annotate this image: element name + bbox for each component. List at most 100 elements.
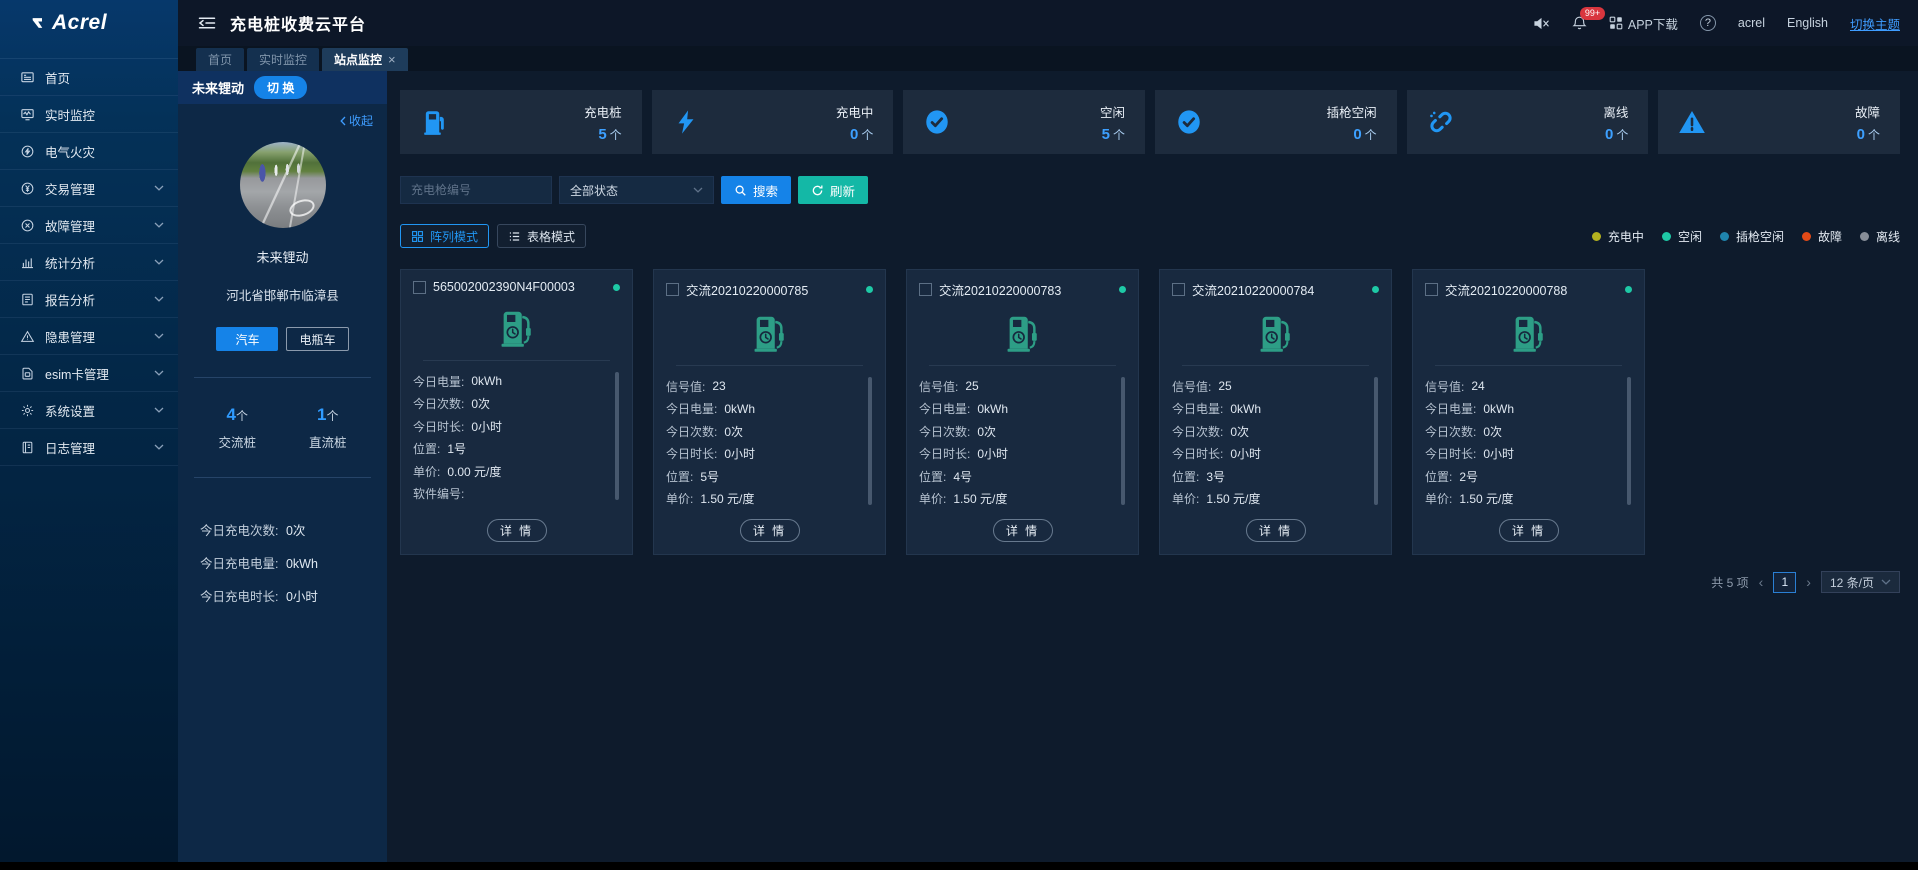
sidebar-item-label: 日志管理 — [45, 438, 95, 457]
page-size-select[interactable]: 12 条/页 — [1821, 571, 1900, 593]
charger-detail-row: 单价: 1.50 元/度 — [1172, 488, 1367, 511]
charger-checkbox[interactable] — [413, 281, 426, 294]
charger-icon-wrap — [919, 299, 1126, 365]
theme-switch-link[interactable]: 切换主题 — [1850, 14, 1900, 33]
charger-checkbox[interactable] — [1425, 283, 1438, 296]
charger-detail-label: 今日时长: — [413, 418, 464, 435]
sidebar-item[interactable]: 首页 — [0, 59, 178, 96]
language-switch[interactable]: English — [1787, 16, 1828, 30]
sidebar-item[interactable]: 电气火灾 — [0, 133, 178, 170]
legend-dot — [1802, 232, 1811, 241]
charger-detail-row: 今日电量: 0kWh — [413, 370, 608, 393]
charger-detail-value: 25 — [1218, 379, 1231, 393]
status-select[interactable]: 全部状态 — [559, 176, 714, 204]
details-scrollbar[interactable] — [1627, 377, 1631, 505]
current-page[interactable]: 1 — [1773, 572, 1796, 593]
app-download-button[interactable]: APP下载 — [1609, 14, 1678, 33]
sidebar-item-label: 统计分析 — [45, 253, 95, 272]
summary-card-icon — [1678, 108, 1706, 136]
detail-button[interactable]: 详 情 — [993, 519, 1053, 542]
charging-pile-icon — [749, 312, 791, 354]
collapse-panel-label: 收起 — [349, 112, 373, 129]
details-scrollbar[interactable] — [615, 372, 619, 500]
view-mode-icon — [411, 230, 424, 243]
legend-dot — [1860, 232, 1869, 241]
detail-button[interactable]: 详 情 — [1499, 519, 1559, 542]
sidebar-item[interactable]: 日志管理 — [0, 429, 178, 466]
charger-detail-value: 24 — [1471, 379, 1484, 393]
summary-card: 空闲 5个 — [903, 90, 1145, 154]
charger-checkbox[interactable] — [1172, 283, 1185, 296]
sidebar-item[interactable]: esim卡管理 — [0, 355, 178, 392]
sidebar-item[interactable]: 报告分析 — [0, 281, 178, 318]
detail-button[interactable]: 详 情 — [740, 519, 800, 542]
sidebar-item[interactable]: 隐患管理 — [0, 318, 178, 355]
search-button[interactable]: 搜索 — [721, 176, 791, 204]
chevron-down-icon — [154, 370, 164, 376]
detail-button[interactable]: 详 情 — [487, 519, 547, 542]
sidebar-item-label: 隐患管理 — [45, 327, 95, 346]
charger-icon-wrap — [1172, 299, 1379, 365]
status-dot — [866, 286, 873, 293]
charger-detail-row: 单价: 1.50 元/度 — [1425, 488, 1620, 511]
tab[interactable]: 站点监控 × — [322, 48, 408, 71]
charger-detail-row: 今日时长: 0小时 — [1172, 443, 1367, 466]
charger-detail-label: 信号值: — [919, 378, 958, 395]
charger-detail-label: 今日次数: — [1425, 423, 1476, 440]
station-header-name: 未来锂动 — [192, 78, 244, 97]
notifications[interactable]: 99+ — [1572, 15, 1587, 31]
charger-card-header: 交流20210220000788 — [1425, 280, 1632, 299]
mute-icon[interactable] — [1533, 16, 1550, 31]
sidebar-item[interactable]: 交易管理 — [0, 170, 178, 207]
view-mode-button[interactable]: 阵列模式 — [400, 224, 489, 248]
station-panel: 未来锂动 切 换 收起 未来锂动 河北省邯郸市临漳县 汽车 — [178, 71, 387, 862]
details-scrollbar[interactable] — [868, 377, 872, 505]
tab[interactable]: 首页 × — [196, 48, 244, 71]
charger-checkbox[interactable] — [666, 283, 679, 296]
charger-card-footer: 详 情 — [413, 519, 620, 546]
prev-page-icon[interactable]: ‹ — [1759, 574, 1764, 590]
refresh-button[interactable]: 刷新 — [798, 176, 868, 204]
sidebar-item[interactable]: 统计分析 — [0, 244, 178, 281]
tab[interactable]: 实时监控 × — [247, 48, 319, 71]
vehicle-type-button[interactable]: 汽车 — [216, 327, 278, 351]
charger-detail-row: 单价: 1.50 元/度 — [919, 488, 1114, 511]
charger-detail-value: 1号 — [447, 440, 466, 457]
search-button-label: 搜索 — [753, 181, 778, 200]
sidebar-item[interactable]: 故障管理 — [0, 207, 178, 244]
summary-card-unit: 个 — [861, 128, 873, 142]
switch-station-button[interactable]: 切 换 — [254, 76, 307, 99]
charger-card: 565002002390N4F00003 — [400, 269, 633, 555]
sidebar-item-label: 电气火灾 — [45, 142, 95, 161]
username[interactable]: acrel — [1738, 16, 1765, 30]
charger-checkbox[interactable] — [919, 283, 932, 296]
details-scrollbar[interactable] — [1374, 377, 1378, 505]
charger-details: 今日电量: 0kWh 今日次数: 0次 — [413, 370, 620, 510]
charger-detail-value: 0kWh — [724, 402, 755, 416]
view-mode-button[interactable]: 表格模式 — [497, 224, 586, 248]
sidebar-item[interactable]: 实时监控 — [0, 96, 178, 133]
detail-button[interactable]: 详 情 — [1246, 519, 1306, 542]
collapse-menu-icon[interactable] — [198, 16, 216, 30]
details-scrollbar[interactable] — [1121, 377, 1125, 505]
sidebar: Acrel 首页 实时监控 电气火灾 — [0, 0, 178, 862]
sidebar-item[interactable]: 系统设置 — [0, 392, 178, 429]
search-icon — [734, 184, 747, 197]
collapse-panel-link[interactable]: 收起 — [192, 112, 373, 129]
summary-card-icon — [923, 108, 951, 136]
charger-detail-value: 1.50 元/度 — [700, 490, 754, 507]
tab-close-icon[interactable]: × — [388, 52, 396, 67]
gun-number-input[interactable] — [400, 176, 552, 204]
charger-name: 565002002390N4F00003 — [433, 280, 575, 294]
summary-card-value: 0个 — [836, 126, 874, 143]
charger-detail-label: 信号值: — [1425, 378, 1464, 395]
sidebar-item-icon — [20, 440, 35, 455]
summary-card-value: 5个 — [584, 126, 622, 143]
notification-badge: 99+ — [1580, 7, 1605, 20]
charger-detail-label: 位置: — [1172, 468, 1199, 485]
summary-card-text: 充电中 0个 — [836, 102, 874, 143]
next-page-icon[interactable]: › — [1806, 574, 1811, 590]
help-icon[interactable]: ? — [1700, 15, 1716, 31]
vehicle-type-button[interactable]: 电瓶车 — [286, 327, 348, 351]
chevron-down-icon — [154, 407, 164, 413]
